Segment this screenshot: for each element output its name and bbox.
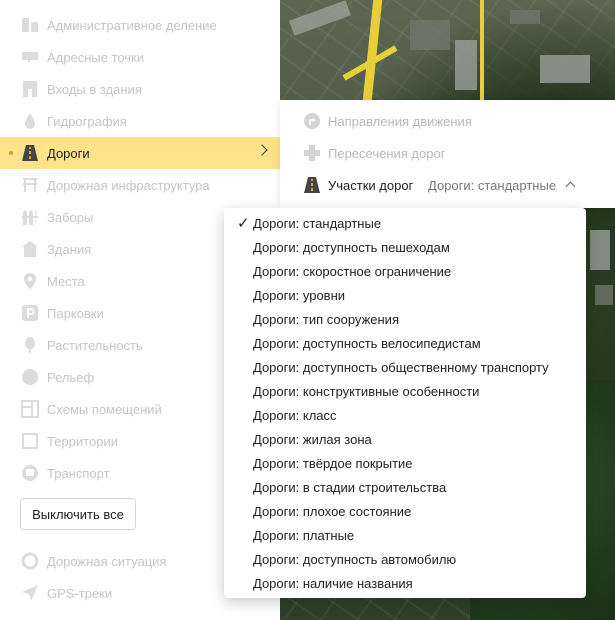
sidebar-item[interactable]: Входы в здания (0, 73, 280, 105)
dropdown-option[interactable]: Дороги: класс (224, 404, 586, 428)
sidebar-item-label: Дорожная инфраструктура (47, 177, 210, 193)
submenu-item-label: Пересечения дорог (328, 145, 446, 161)
territory-icon (20, 431, 40, 451)
admin-division-icon (20, 15, 40, 35)
dropdown-option[interactable]: Дороги: наличие названия (224, 572, 586, 596)
sidebar-item-label: Рельеф (47, 369, 95, 385)
submenu-item-crossings[interactable]: Пересечения дорог (280, 137, 615, 169)
dropdown-option-label: Дороги: плохое состояние (253, 504, 412, 519)
relief-icon (20, 367, 40, 387)
traffic-icon (20, 551, 40, 571)
submenu-item-label: Направления движения (328, 113, 472, 129)
sidebar-item[interactable]: Дороги (0, 137, 280, 169)
sidebar-item-label: Входы в здания (47, 81, 142, 97)
submenu-item-label: Участки дорог (328, 177, 414, 193)
building-icon (20, 239, 40, 259)
dropdown-option-label: Дороги: класс (253, 408, 337, 423)
sidebar-item-label: Адресные точки (47, 49, 145, 65)
dropdown-option-label: Дороги: доступность автомобилю (253, 552, 457, 567)
dropdown-option-label: Дороги: конструктивные особенности (253, 384, 480, 399)
dropdown-option[interactable]: Дороги: платные (224, 524, 586, 548)
building-entrance-icon (20, 79, 40, 99)
sidebar-item[interactable]: Гидрография (0, 105, 280, 137)
dropdown-option-label: Дороги: твёрдое покрытие (253, 456, 413, 471)
address-point-icon (20, 47, 40, 67)
parking-icon (20, 303, 40, 323)
dropdown-option-label: Дороги: тип сооружения (253, 312, 399, 327)
sidebar-item-label: GPS-треки (47, 585, 113, 601)
dropdown-option[interactable]: Дороги: жилая зона (224, 428, 586, 452)
dropdown-option[interactable]: Дороги: доступность автомобилю (224, 548, 586, 572)
dropdown-option[interactable]: Дороги: плохое состояние (224, 500, 586, 524)
dropdown-option-label: Дороги: уровни (253, 288, 346, 303)
checkmark-icon: ✓ (237, 215, 250, 232)
sidebar-item-label: Схемы помещений (47, 401, 162, 417)
road-segment-icon (302, 175, 322, 195)
dropdown-option[interactable]: Дороги: доступность общественному трансп… (224, 356, 586, 380)
place-pin-icon (20, 271, 40, 291)
sidebar-item-label: Заборы (47, 209, 94, 225)
dropdown-option[interactable]: Дороги: твёрдое покрытие (224, 452, 586, 476)
disable-all-button[interactable]: Выключить все (20, 498, 136, 530)
dropdown-option[interactable]: ✓ Дороги: стандартные (224, 212, 586, 236)
road-style-select-value[interactable]: Дороги: стандартные (428, 178, 556, 193)
road-style-dropdown: ✓ Дороги: стандартные Дороги: доступность … (224, 208, 586, 598)
tree-icon (20, 335, 40, 355)
dropdown-option[interactable]: Дороги: доступность велосипедистам (224, 332, 586, 356)
dropdown-option-label: Дороги: доступность общественному трансп… (253, 360, 549, 375)
submenu-item-road-segments[interactable]: Участки дорог Дороги: стандартные (280, 169, 615, 201)
sidebar-item-label: Здания (47, 241, 92, 257)
dropdown-option[interactable]: Дороги: скоростное ограничение (224, 260, 586, 284)
dropdown-option-label: Дороги: стандартные (253, 216, 382, 231)
water-drop-icon (20, 111, 40, 131)
fence-icon (20, 207, 40, 227)
sidebar-item[interactable]: Дорожная инфраструктура (0, 169, 280, 201)
dropdown-option-label: Дороги: наличие названия (253, 576, 413, 591)
gps-arrow-icon (20, 583, 40, 603)
dropdown-option-label: Дороги: скоростное ограничение (253, 264, 452, 279)
dropdown-option-label: Дороги: в стадии строительства (253, 480, 447, 495)
sidebar-item-label: Административное деление (47, 17, 217, 33)
chevron-right-icon (256, 144, 268, 156)
direction-icon (302, 111, 322, 131)
floor-plan-icon (20, 399, 40, 419)
dropdown-option[interactable]: Дороги: уровни (224, 284, 586, 308)
road-infrastructure-icon (20, 175, 40, 195)
sidebar-item[interactable]: Административное деление (0, 9, 280, 41)
submenu-item-directions[interactable]: Направления движения (280, 105, 615, 137)
dropdown-option-label: Дороги: платные (253, 528, 355, 543)
active-dot-icon (9, 151, 13, 155)
dropdown-option-label: Дороги: доступность пешеходам (253, 240, 450, 255)
dropdown-option[interactable]: Дороги: тип сооружения (224, 308, 586, 332)
sidebar-item-label: Парковки (47, 305, 104, 321)
dropdown-option[interactable]: Дороги: доступность пешеходам (224, 236, 586, 260)
chevron-up-icon[interactable] (565, 181, 576, 192)
sidebar-item-label: Транспорт (47, 465, 110, 481)
road-icon (20, 143, 40, 163)
roads-submenu: Направления движения Пересечения дорог У… (280, 100, 615, 208)
sidebar-item-label: Растительность (47, 337, 143, 353)
dropdown-option[interactable]: Дороги: в стадии строительства (224, 476, 586, 500)
dropdown-option-label: Дороги: жилая зона (253, 432, 372, 447)
crossing-icon (302, 143, 322, 163)
sidebar-item-label: Места (47, 273, 85, 289)
sidebar-item-label: Дороги (47, 145, 90, 161)
sidebar-item-label: Территории (47, 433, 118, 449)
sidebar-item[interactable]: Адресные точки (0, 41, 280, 73)
transport-icon (20, 463, 40, 483)
sidebar-item-label: Гидрография (47, 113, 127, 129)
dropdown-option-label: Дороги: доступность велосипедистам (253, 336, 481, 351)
dropdown-option[interactable]: Дороги: конструктивные особенности (224, 380, 586, 404)
sidebar-item-label: Дорожная ситуация (47, 553, 167, 569)
